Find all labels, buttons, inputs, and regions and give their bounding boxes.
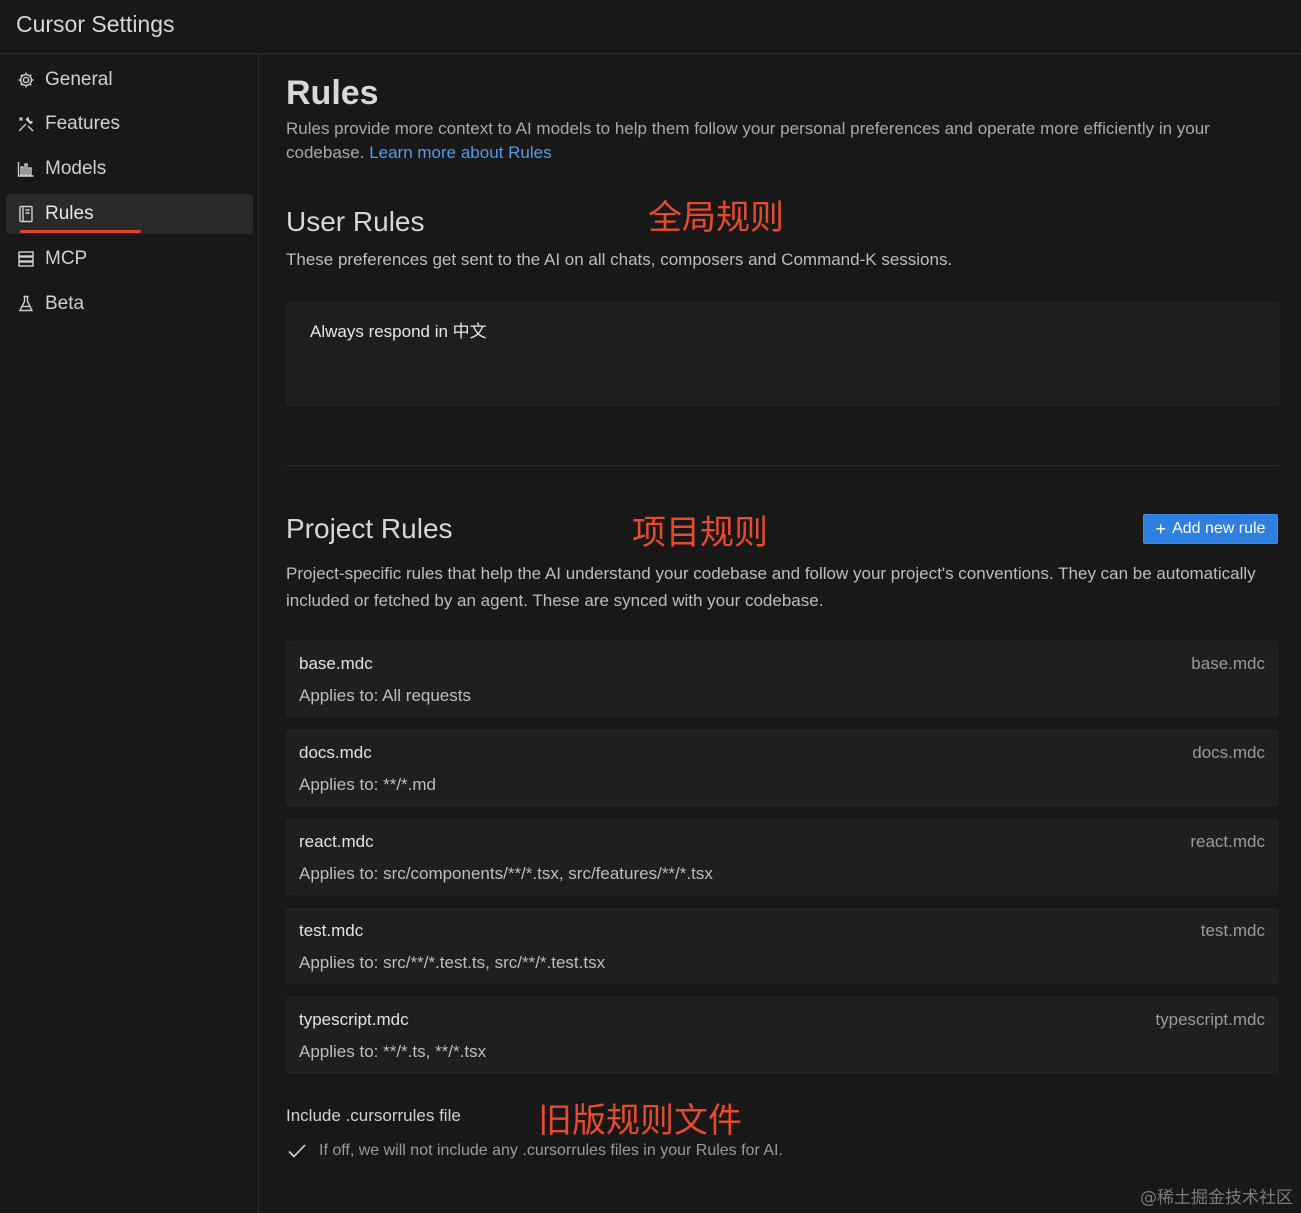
project-rules-title: Project Rules	[286, 513, 453, 544]
rule-applies: Applies to: All requests	[299, 686, 471, 705]
sidebar-item-models[interactable]: Models	[6, 149, 253, 189]
sidebar-item-mcp[interactable]: MCP	[6, 239, 253, 279]
rules-underline-annotation	[20, 230, 141, 233]
rule-card-docs[interactable]: docs.mdc Applies to: **/*.md docs.mdc	[286, 730, 1278, 806]
include-cursorrules-description: If off, we will not include any .cursorr…	[319, 1142, 783, 1159]
tools-icon	[16, 114, 36, 134]
rule-card-test[interactable]: test.mdc Applies to: src/**/*.test.ts, s…	[286, 908, 1278, 984]
project-rules-annotation: 项目规则	[632, 513, 768, 553]
user-rules-description: These preferences get sent to the AI on …	[286, 250, 953, 269]
cursorrules-annotation: 旧版规则文件	[538, 1101, 742, 1141]
rule-card-base[interactable]: base.mdc Applies to: All requests base.m…	[286, 641, 1278, 717]
rule-card-typescript[interactable]: typescript.mdc Applies to: **/*.ts, **/*…	[286, 997, 1278, 1073]
sidebar-item-label: Models	[45, 158, 107, 179]
book-icon	[16, 204, 36, 224]
include-cursorrules-checkbox[interactable]	[286, 1140, 308, 1162]
title-bar: Cursor Settings	[0, 0, 1301, 54]
sidebar-item-label: Rules	[45, 203, 94, 224]
sidebar-item-label: MCP	[45, 248, 88, 269]
gear-icon	[16, 70, 36, 90]
server-icon	[16, 249, 36, 269]
rule-name: docs.mdc	[299, 743, 372, 762]
sidebar-item-general[interactable]: General	[6, 60, 253, 100]
rule-file: typescript.mdc	[1155, 1010, 1265, 1029]
sidebar-item-label: Beta	[45, 293, 85, 314]
window-title: Cursor Settings	[16, 11, 175, 37]
add-new-rule-button[interactable]: + Add new rule	[1143, 514, 1278, 544]
sidebar-item-label: Features	[45, 113, 120, 134]
rule-file: base.mdc	[1191, 654, 1265, 673]
rule-applies: Applies to: **/*.md	[299, 775, 437, 794]
include-cursorrules-label: Include .cursorrules file	[286, 1106, 461, 1125]
add-new-rule-label: Add new rule	[1172, 520, 1266, 537]
watermark: @稀土掘金技术社区	[1140, 1188, 1293, 1208]
rule-name: typescript.mdc	[299, 1010, 409, 1029]
project-rules-description: Project-specific rules that help the AI …	[286, 564, 1256, 610]
rule-file: test.mdc	[1200, 921, 1265, 940]
rule-name: test.mdc	[299, 921, 364, 940]
bar-chart-icon	[16, 159, 36, 179]
sidebar-item-rules[interactable]: Rules	[6, 194, 253, 234]
rule-applies: Applies to: src/components/**/*.tsx, src…	[299, 864, 713, 883]
learn-more-link[interactable]: Learn more about Rules	[369, 143, 551, 162]
rule-applies: Applies to: src/**/*.test.ts, src/**/*.t…	[299, 953, 606, 972]
rule-name: base.mdc	[299, 654, 373, 673]
user-rules-annotation: 全局规则	[648, 198, 784, 238]
checkmark-icon	[288, 1144, 306, 1158]
page-description: Rules provide more context to AI models …	[286, 117, 1276, 165]
page-title: Rules	[286, 74, 379, 112]
rule-name: react.mdc	[299, 832, 374, 851]
rule-applies: Applies to: **/*.ts, **/*.tsx	[299, 1042, 487, 1061]
user-rules-value: Always respond in 中文	[310, 322, 487, 341]
sidebar-item-features[interactable]: Features	[6, 104, 253, 144]
rule-file: docs.mdc	[1192, 743, 1265, 762]
user-rules-input[interactable]: Always respond in 中文	[286, 302, 1279, 406]
user-rules-title: User Rules	[286, 206, 425, 237]
sidebar-item-beta[interactable]: Beta	[6, 284, 253, 324]
rule-card-react[interactable]: react.mdc Applies to: src/components/**/…	[286, 819, 1278, 895]
plus-icon: +	[1155, 518, 1167, 539]
section-divider	[286, 465, 1279, 466]
flask-icon	[16, 294, 36, 314]
rule-file: react.mdc	[1190, 832, 1265, 851]
sidebar-item-label: General	[45, 69, 113, 90]
